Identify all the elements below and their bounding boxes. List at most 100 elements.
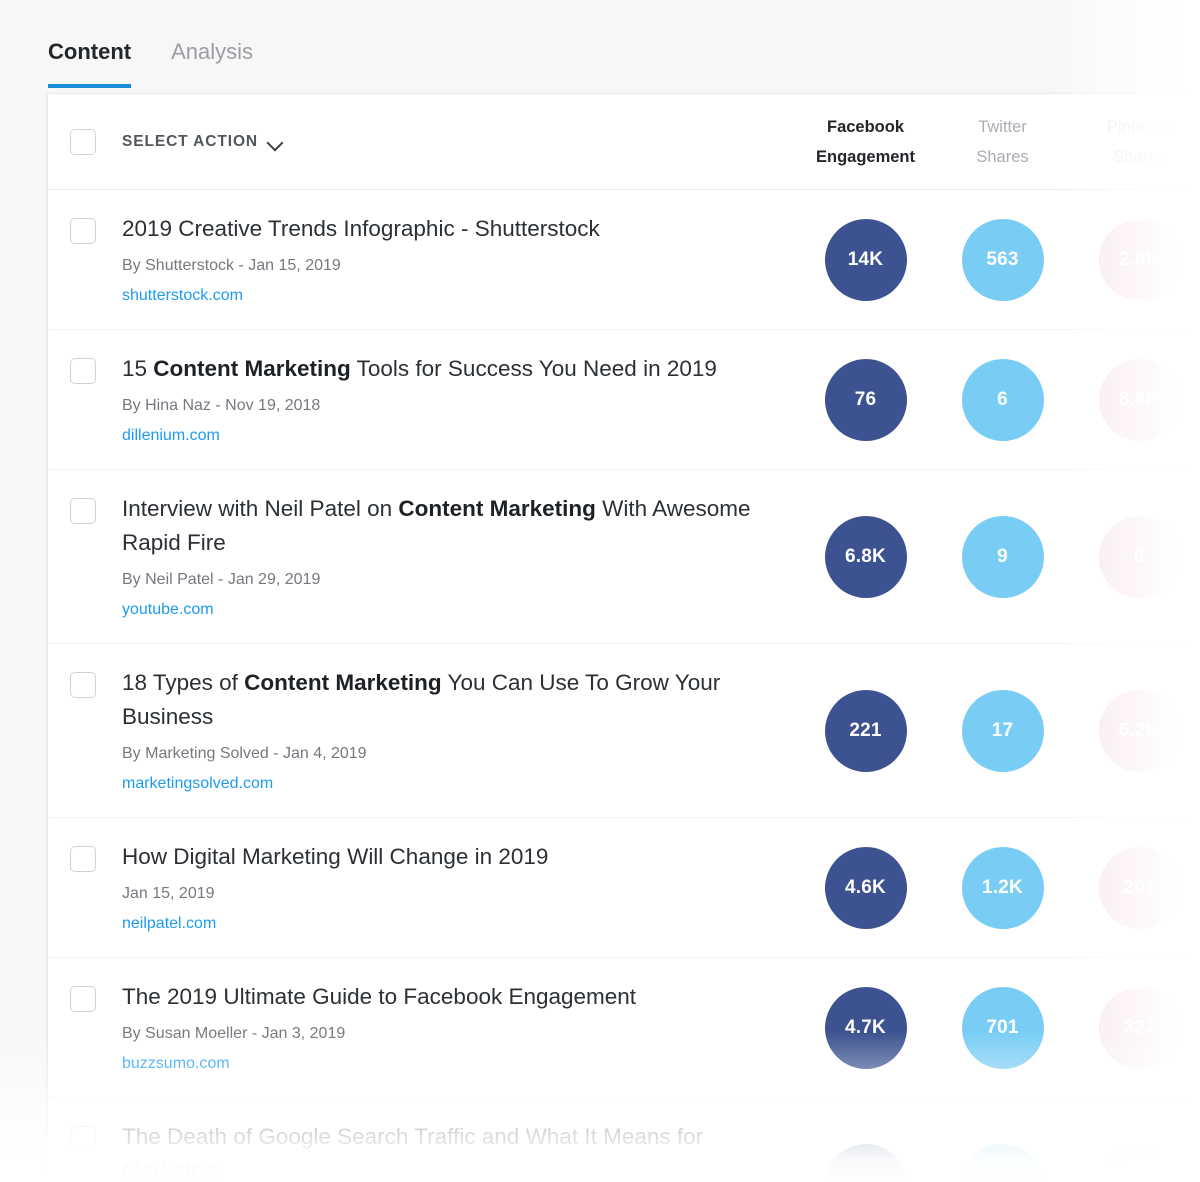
metric-bubble-pinterest[interactable]: 2.8K: [1099, 219, 1181, 301]
row-checkbox[interactable]: [70, 358, 96, 384]
tab-analysis[interactable]: Analysis: [171, 28, 253, 88]
row-title[interactable]: The Death of Google Search Traffic and W…: [122, 1120, 767, 1182]
metric-bubble-twitter[interactable]: 6: [962, 359, 1044, 441]
table-body: 2019 Creative Trends Infographic - Shutt…: [48, 190, 1200, 1182]
metric-cell-pinterest: 207: [1071, 847, 1200, 929]
metric-cell-twitter: 6: [934, 359, 1071, 441]
metric-bubble-twitter[interactable]: 701: [962, 987, 1044, 1069]
column-header-pinterest-line1: Pinterest: [1071, 112, 1200, 142]
chevron-down-icon: [268, 137, 284, 147]
metric-bubble-twitter[interactable]: 913: [962, 1144, 1044, 1182]
column-header-twitter[interactable]: Twitter Shares: [934, 112, 1071, 172]
metric-cell-facebook: 221: [797, 690, 934, 772]
metric-bubble-pinterest[interactable]: 8.6K: [1099, 359, 1181, 441]
column-header-facebook[interactable]: Facebook Engagement: [797, 112, 934, 172]
row-select-cell: [70, 818, 122, 872]
row-title[interactable]: 15 Content Marketing Tools for Success Y…: [122, 352, 767, 386]
row-title-prefix: 18 Types of: [122, 670, 244, 695]
metric-bubble-twitter[interactable]: 563: [962, 219, 1044, 301]
column-header-pinterest-line2: Shares: [1071, 142, 1200, 172]
row-select-cell: [70, 470, 122, 524]
row-domain-link[interactable]: neilpatel.com: [122, 913, 767, 935]
select-all-checkbox[interactable]: [70, 129, 96, 155]
metric-bubble-pinterest[interactable]: 322: [1099, 987, 1181, 1069]
metric-cell-facebook: 4.7K: [797, 987, 934, 1069]
metric-bubble-facebook[interactable]: 76: [825, 359, 907, 441]
metric-cell-facebook: 4.8K: [797, 1144, 934, 1182]
row-select-cell: [70, 958, 122, 1012]
tab-content[interactable]: Content: [48, 28, 131, 88]
metric-bubble-facebook[interactable]: 4.8K: [825, 1144, 907, 1182]
row-checkbox[interactable]: [70, 846, 96, 872]
row-domain-link[interactable]: youtube.com: [122, 599, 767, 621]
select-action-dropdown[interactable]: SELECT ACTION: [122, 133, 797, 151]
row-content: The 2019 Ultimate Guide to Facebook Enga…: [122, 958, 797, 1097]
table-row[interactable]: Interview with Neil Patel on Content Mar…: [48, 470, 1200, 644]
metric-bubble-pinterest[interactable]: 207: [1099, 847, 1181, 929]
row-title-highlight: Content Marketing: [153, 356, 351, 381]
metric-cell-facebook: 4.6K: [797, 847, 934, 929]
row-title[interactable]: Interview with Neil Patel on Content Mar…: [122, 492, 767, 560]
row-title[interactable]: 18 Types of Content Marketing You Can Us…: [122, 666, 767, 734]
metric-cell-twitter: 563: [934, 219, 1071, 301]
row-select-cell: [70, 1098, 122, 1152]
select-all-cell: [70, 129, 122, 155]
metric-bubble-twitter[interactable]: 9: [962, 516, 1044, 598]
row-select-cell: [70, 644, 122, 698]
metric-bubble-facebook[interactable]: 221: [825, 690, 907, 772]
table-row[interactable]: The Death of Google Search Traffic and W…: [48, 1098, 1200, 1182]
metric-cell-facebook: 76: [797, 359, 934, 441]
metric-bubble-facebook[interactable]: 4.6K: [825, 847, 907, 929]
column-header-pinterest[interactable]: Pinterest Shares: [1071, 112, 1200, 172]
row-content: The Death of Google Search Traffic and W…: [122, 1098, 797, 1182]
row-checkbox[interactable]: [70, 218, 96, 244]
metric-bubble-facebook[interactable]: 4.7K: [825, 987, 907, 1069]
metric-bubble-pinterest[interactable]: 0: [1099, 516, 1181, 598]
table-row[interactable]: 2019 Creative Trends Infographic - Shutt…: [48, 190, 1200, 330]
row-checkbox[interactable]: [70, 986, 96, 1012]
metric-cell-pinterest: 0: [1071, 516, 1200, 598]
tab-content-label: Content: [48, 39, 131, 64]
row-checkbox[interactable]: [70, 672, 96, 698]
metric-cell-twitter: 9: [934, 516, 1071, 598]
metric-cell-facebook: 6.8K: [797, 516, 934, 598]
table-row[interactable]: 18 Types of Content Marketing You Can Us…: [48, 644, 1200, 818]
metric-bubble-pinterest[interactable]: 6.2K: [1099, 690, 1181, 772]
metric-bubble-pinterest[interactable]: [1099, 1144, 1181, 1182]
row-checkbox[interactable]: [70, 1126, 96, 1152]
metric-cell-twitter: 701: [934, 987, 1071, 1069]
row-title-suffix: Tools for Success You Need in 2019: [351, 356, 717, 381]
row-byline: By Susan Moeller - Jan 3, 2019: [122, 1022, 767, 1046]
row-domain-link[interactable]: shutterstock.com: [122, 285, 767, 307]
row-domain-link[interactable]: marketingsolved.com: [122, 773, 767, 795]
row-domain-link[interactable]: dillenium.com: [122, 425, 767, 447]
metric-cell-pinterest: 2.8K: [1071, 219, 1200, 301]
metric-cell-pinterest: 6.2K: [1071, 690, 1200, 772]
metric-bubble-twitter[interactable]: 17: [962, 690, 1044, 772]
table-row[interactable]: How Digital Marketing Will Change in 201…: [48, 818, 1200, 958]
row-checkbox[interactable]: [70, 498, 96, 524]
table-row[interactable]: 15 Content Marketing Tools for Success Y…: [48, 330, 1200, 470]
row-byline: Jan 15, 2019: [122, 882, 767, 906]
content-table-card: SELECT ACTION Facebook Engagement Twitte…: [48, 94, 1200, 1182]
row-title[interactable]: The 2019 Ultimate Guide to Facebook Enga…: [122, 980, 767, 1014]
metric-bubble-facebook[interactable]: 14K: [825, 219, 907, 301]
metric-bubble-twitter[interactable]: 1.2K: [962, 847, 1044, 929]
select-action-label: SELECT ACTION: [122, 133, 258, 151]
row-byline: By Hina Naz - Nov 19, 2018: [122, 394, 767, 418]
row-content: 15 Content Marketing Tools for Success Y…: [122, 330, 797, 469]
row-byline: By Shutterstock - Jan 15, 2019: [122, 254, 767, 278]
row-title[interactable]: 2019 Creative Trends Infographic - Shutt…: [122, 212, 767, 246]
row-byline: By Marketing Solved - Jan 4, 2019: [122, 742, 767, 766]
metric-bubble-facebook[interactable]: 6.8K: [825, 516, 907, 598]
table-row[interactable]: The 2019 Ultimate Guide to Facebook Enga…: [48, 958, 1200, 1098]
metric-cell-twitter: 913: [934, 1144, 1071, 1182]
table-header-row: SELECT ACTION Facebook Engagement Twitte…: [48, 94, 1200, 190]
row-title-prefix: The Death of Google Search Traffic and W…: [122, 1124, 703, 1182]
row-byline: By Neil Patel - Jan 29, 2019: [122, 568, 767, 592]
row-title[interactable]: How Digital Marketing Will Change in 201…: [122, 840, 767, 874]
column-header-facebook-line2: Engagement: [797, 142, 934, 172]
metric-cell-pinterest: [1071, 1144, 1200, 1182]
row-title-prefix: 15: [122, 356, 153, 381]
row-domain-link[interactable]: buzzsumo.com: [122, 1053, 767, 1075]
